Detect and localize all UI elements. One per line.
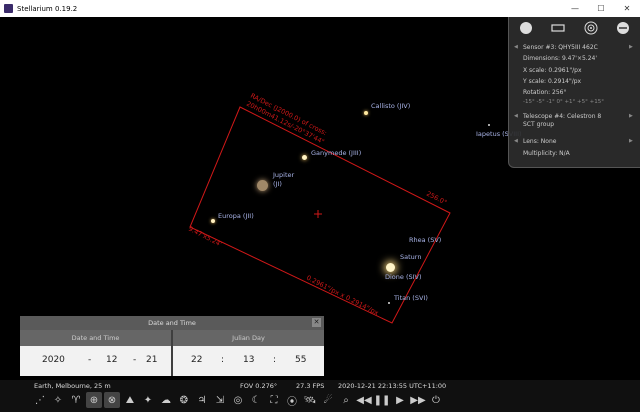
- cardinal-points-icon[interactable]: ✦: [140, 392, 156, 408]
- date-time-panel-title: Date and Time: [148, 319, 196, 327]
- telescope-label-1: Telescope #4: Celestron 8: [523, 113, 602, 120]
- date-time-section: Date and Time 2020 - 12 - 21: [20, 330, 171, 376]
- ground-icon[interactable]: ⛰: [122, 392, 138, 408]
- constellation-lines-icon[interactable]: ⋰: [32, 392, 48, 408]
- current-time-icon[interactable]: ▶: [392, 392, 408, 408]
- quit-icon[interactable]: ⏻: [428, 392, 444, 408]
- location-label[interactable]: Earth, Melbourne, 25 m: [34, 382, 111, 390]
- ccd-size-label: 9.47'x5.24': [187, 225, 223, 249]
- day-field[interactable]: 21: [146, 355, 157, 365]
- minimize-button[interactable]: —: [562, 4, 588, 13]
- hour-field[interactable]: 22: [191, 355, 202, 365]
- window-title: Stellarium 0.19.2: [17, 4, 78, 13]
- time-fields: 22 : 13 : 55: [173, 346, 324, 376]
- callisto-label: Callisto (JIV): [371, 102, 411, 110]
- atmosphere-icon[interactable]: ☁: [158, 392, 174, 408]
- time-separator-1: :: [221, 355, 225, 365]
- fullscreen-icon[interactable]: ⛶: [266, 392, 282, 408]
- telescope-label-2: SCT group: [523, 121, 554, 128]
- iapetus-dot[interactable]: [488, 124, 490, 126]
- satellites-icon[interactable]: 🛰: [302, 392, 318, 408]
- multiplicity-label: Multiplicity: N/A: [523, 150, 570, 157]
- oculars-icon[interactable]: ⦿: [284, 392, 300, 408]
- ganymede-dot[interactable]: [302, 155, 307, 160]
- center-object-icon[interactable]: ◎: [230, 392, 246, 408]
- bottom-toolbar: Earth, Melbourne, 25 m FOV 0.276° 27.3 F…: [0, 380, 640, 412]
- telrad-icon[interactable]: [580, 20, 602, 36]
- rotation-step-buttons[interactable]: -15° -5° -1° 0° +1° +5° +15°: [523, 99, 604, 105]
- azimuthal-grid-icon[interactable]: ⊗: [104, 392, 120, 408]
- date-fields: 2020 - 12 - 21: [20, 346, 171, 376]
- minute-field[interactable]: 13: [243, 355, 254, 365]
- ganymede-label: Ganymede (JIII): [311, 149, 362, 157]
- year-field[interactable]: 2020: [42, 355, 65, 365]
- saturn-label: Saturn: [400, 253, 422, 261]
- fps-label: 27.3 FPS: [296, 382, 325, 390]
- julian-day-tab: Julian Day: [173, 330, 324, 346]
- telescope-prev-arrow[interactable]: ◀: [514, 113, 518, 119]
- night-mode-icon[interactable]: ☾: [248, 392, 264, 408]
- x-scale-label: X scale: 0.2961"/px: [523, 67, 582, 74]
- ccd-rotation-label: 256.0°: [425, 190, 448, 207]
- date-time-panel: Date and Time ✕ Date and Time 2020 - 12 …: [20, 316, 324, 376]
- oculars-settings-icon[interactable]: [612, 20, 634, 36]
- datetime-label[interactable]: 2020-12-21 22:13:55 UTC+11:00: [338, 382, 446, 390]
- dimensions-label: Dimensions: 9.47'×5.24': [523, 55, 597, 62]
- fast-forward-icon[interactable]: ▶▶: [410, 392, 426, 408]
- sensor-label: Sensor #3: QHY5III 462C: [523, 44, 598, 51]
- jupiter-label-line1: Jupiter: [273, 171, 295, 179]
- planet-labels-icon[interactable]: ♃: [194, 392, 210, 408]
- month-field[interactable]: 12: [106, 355, 117, 365]
- saturn-disc[interactable]: [386, 263, 395, 272]
- europa-dot[interactable]: [211, 219, 215, 223]
- rhea-label: Rhea (SV): [409, 236, 442, 244]
- rewind-icon[interactable]: ◀◀: [356, 392, 372, 408]
- ccd-mode-icon[interactable]: [547, 20, 569, 36]
- y-scale-label: Y scale: 0.2914"/px: [523, 78, 582, 85]
- date-time-tab: Date and Time: [20, 330, 171, 346]
- window-titlebar[interactable]: Stellarium 0.19.2 — ☐ ✕: [0, 0, 640, 17]
- oculars-mode-icons: [509, 17, 640, 39]
- date-separator-1: -: [88, 355, 92, 365]
- ccd-scale-label: 0.2961"/px x 0.2914"/px: [305, 274, 380, 317]
- date-separator-2: -: [133, 355, 137, 365]
- play-pause-icon[interactable]: ❚❚: [374, 392, 391, 408]
- toolbar-buttons: ⋰ ✧ ♈ ⊕ ⊗ ⛰ ✦ ☁ ❂ ♃ ⇲ ◎ ☾ ⛶ ⦿ 🛰 ☄ ⌕ ◀◀ ❚…: [32, 392, 444, 410]
- lens-next-arrow[interactable]: ▶: [629, 138, 633, 144]
- dione-label: Dione (SIV): [385, 273, 422, 281]
- callisto-dot[interactable]: [364, 111, 368, 115]
- search-icon[interactable]: ⌕: [338, 392, 354, 408]
- lens-prev-arrow[interactable]: ◀: [514, 138, 518, 144]
- jupiter-disc[interactable]: [257, 180, 268, 191]
- titan-label: Titan (SVI): [394, 294, 428, 302]
- sensor-prev-arrow[interactable]: ◀: [514, 44, 518, 50]
- julian-day-section: Julian Day 22 : 13 : 55: [173, 330, 324, 376]
- equatorial-grid-icon[interactable]: ⊕: [86, 392, 102, 408]
- europa-label: Europa (JII): [218, 212, 254, 220]
- oculars-panel: ◀ Sensor #3: QHY5III 462C ▶ Dimensions: …: [508, 17, 640, 168]
- ocular-mode-icon[interactable]: [515, 20, 537, 36]
- equatorial-mount-icon[interactable]: ⇲: [212, 392, 228, 408]
- jupiter-label-line2: (JI): [273, 180, 282, 188]
- fov-label: FOV 0.276°: [240, 382, 278, 390]
- titan-dot[interactable]: [388, 302, 390, 304]
- date-time-close-button[interactable]: ✕: [312, 318, 321, 327]
- constellation-labels-icon[interactable]: ✧: [50, 392, 66, 408]
- lens-label: Lens: None: [523, 138, 557, 145]
- nebulae-icon[interactable]: ❂: [176, 392, 192, 408]
- maximize-button[interactable]: ☐: [588, 4, 614, 13]
- close-button[interactable]: ✕: [614, 4, 640, 13]
- stellarium-app-icon: [4, 4, 13, 13]
- date-time-panel-header[interactable]: Date and Time ✕: [20, 316, 324, 330]
- time-separator-2: :: [273, 355, 277, 365]
- constellation-art-icon[interactable]: ♈: [68, 392, 84, 408]
- meteor-icon[interactable]: ☄: [320, 392, 336, 408]
- telescope-next-arrow[interactable]: ▶: [629, 113, 633, 119]
- second-field[interactable]: 55: [295, 355, 306, 365]
- rotation-label: Rotation: 256°: [523, 89, 567, 96]
- sensor-next-arrow[interactable]: ▶: [629, 44, 633, 50]
